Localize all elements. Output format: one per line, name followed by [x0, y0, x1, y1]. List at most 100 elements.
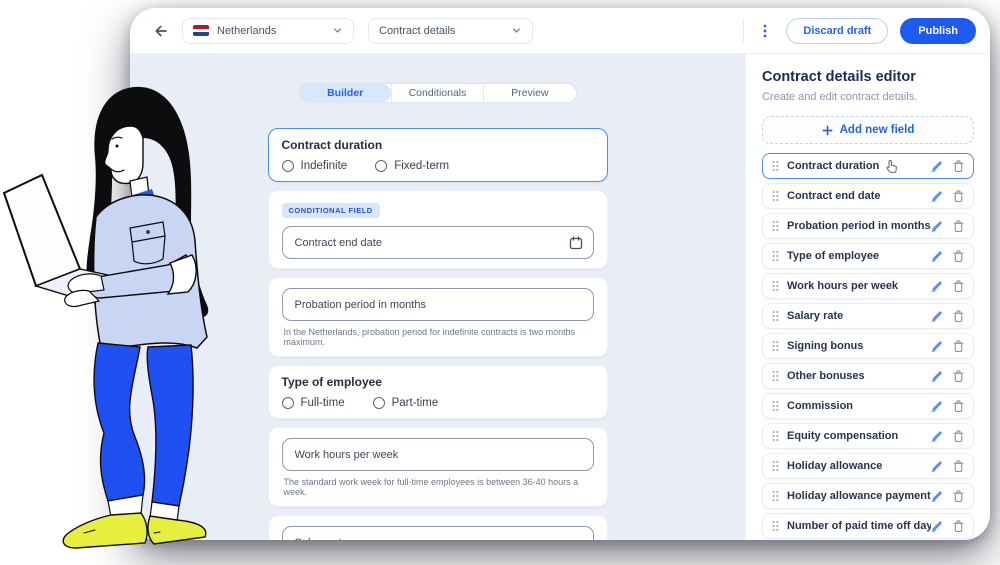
template-select[interactable]: Contract details: [368, 18, 533, 44]
delete-field-button[interactable]: [953, 340, 964, 352]
delete-field-button[interactable]: [953, 430, 964, 442]
delete-field-button[interactable]: [953, 280, 964, 292]
drag-handle-icon[interactable]: [772, 160, 779, 172]
pencil-icon: [931, 430, 943, 442]
type-of-employee-label: Type of employee: [282, 375, 594, 389]
edit-field-button[interactable]: [931, 340, 943, 352]
country-select[interactable]: Netherlands: [182, 18, 354, 44]
contract-duration-card[interactable]: Contract duration Indefinite Fixed-term: [268, 128, 608, 182]
pencil-icon: [931, 220, 943, 232]
delete-field-button[interactable]: [953, 460, 964, 472]
drag-handle-icon[interactable]: [772, 490, 779, 502]
delete-field-button[interactable]: [953, 220, 964, 232]
work-hours-card[interactable]: The standard work week for full-time emp…: [268, 427, 608, 507]
contract-end-date-card[interactable]: CONDITIONAL FIELD: [268, 190, 608, 269]
field-list-item[interactable]: Type of employee: [762, 243, 974, 269]
drag-handle-icon[interactable]: [772, 280, 779, 292]
pencil-icon: [931, 160, 943, 172]
edit-field-button[interactable]: [931, 430, 943, 442]
drag-handle-icon[interactable]: [772, 340, 779, 352]
field-list-item[interactable]: Number of paid time off days: [762, 513, 974, 539]
edit-field-button[interactable]: [931, 280, 943, 292]
drag-handle-icon[interactable]: [772, 370, 779, 382]
publish-button[interactable]: Publish: [900, 18, 976, 44]
contract-end-date-input[interactable]: [282, 226, 594, 259]
delete-field-button[interactable]: [953, 250, 964, 262]
edit-field-button[interactable]: [931, 220, 943, 232]
work-hours-input[interactable]: [282, 438, 594, 471]
salary-rate-select[interactable]: Salary rate: [282, 526, 594, 540]
delete-field-button[interactable]: [953, 490, 964, 502]
probation-period-card[interactable]: In the Netherlands, probation period for…: [268, 277, 608, 357]
radio-part-time[interactable]: Part-time: [373, 397, 439, 409]
type-of-employee-card[interactable]: Type of employee Full-time Part-time: [268, 365, 608, 419]
field-item-label: Probation period in months: [787, 220, 931, 232]
drag-handle-icon[interactable]: [772, 430, 779, 442]
field-list-item[interactable]: Commission: [762, 393, 974, 419]
drag-handle-icon[interactable]: [772, 190, 779, 202]
delete-field-button[interactable]: [953, 160, 964, 172]
field-item-label: Contract duration: [787, 160, 931, 172]
add-new-field-button[interactable]: Add new field: [762, 116, 974, 144]
field-list-item[interactable]: Probation period in months: [762, 213, 974, 239]
field-list-item[interactable]: Contract duration: [762, 153, 974, 179]
drag-handle-icon[interactable]: [772, 250, 779, 262]
pencil-icon: [931, 460, 943, 472]
plus-icon: [822, 125, 833, 136]
discard-draft-button[interactable]: Discard draft: [786, 18, 888, 44]
edit-field-button[interactable]: [931, 310, 943, 322]
topbar-divider: [743, 19, 744, 43]
salary-rate-card[interactable]: Salary rate: [268, 515, 608, 540]
template-select-value: Contract details: [379, 25, 503, 37]
field-list-item[interactable]: Equity compensation: [762, 423, 974, 449]
delete-field-button[interactable]: [953, 310, 964, 322]
field-list-item[interactable]: Other bonuses: [762, 363, 974, 389]
edit-field-button[interactable]: [931, 400, 943, 412]
contract-editor-sidebar: Contract details editor Create and edit …: [745, 54, 990, 540]
edit-field-button[interactable]: [931, 460, 943, 472]
calendar-icon[interactable]: [569, 236, 583, 250]
field-list-item[interactable]: Salary rate: [762, 303, 974, 329]
trash-icon: [953, 400, 964, 412]
field-list: Contract duration: [762, 153, 974, 539]
back-button[interactable]: [150, 21, 170, 41]
trash-icon: [953, 250, 964, 262]
drag-handle-icon[interactable]: [772, 220, 779, 232]
form-column: Contract duration Indefinite Fixed-term: [268, 128, 608, 540]
trash-icon: [953, 370, 964, 382]
radio-circle-icon: [373, 397, 385, 409]
trash-icon: [953, 160, 964, 172]
pencil-icon: [931, 370, 943, 382]
tab-builder[interactable]: Builder: [300, 84, 391, 102]
more-options-button[interactable]: [756, 21, 774, 41]
field-list-item[interactable]: Holiday allowance payment fre...: [762, 483, 974, 509]
edit-field-button[interactable]: [931, 490, 943, 502]
delete-field-button[interactable]: [953, 190, 964, 202]
field-list-item[interactable]: Work hours per week: [762, 273, 974, 299]
drag-handle-icon[interactable]: [772, 400, 779, 412]
field-list-item[interactable]: Contract end date: [762, 183, 974, 209]
edit-field-button[interactable]: [931, 250, 943, 262]
edit-field-button[interactable]: [931, 160, 943, 172]
tab-preview[interactable]: Preview: [483, 84, 575, 102]
radio-fixed-term[interactable]: Fixed-term: [375, 160, 449, 172]
field-list-item[interactable]: Signing bonus: [762, 333, 974, 359]
tab-conditionals[interactable]: Conditionals: [391, 84, 483, 102]
radio-full-time[interactable]: Full-time: [282, 397, 345, 409]
sidebar-title: Contract details editor: [762, 69, 974, 85]
delete-field-button[interactable]: [953, 370, 964, 382]
pencil-icon: [931, 250, 943, 262]
radio-indefinite[interactable]: Indefinite: [282, 160, 348, 172]
probation-period-input[interactable]: [282, 288, 594, 321]
contract-duration-label: Contract duration: [282, 138, 594, 152]
drag-handle-icon[interactable]: [772, 310, 779, 322]
edit-field-button[interactable]: [931, 370, 943, 382]
edit-field-button[interactable]: [931, 520, 943, 532]
edit-field-button[interactable]: [931, 190, 943, 202]
field-list-item[interactable]: Holiday allowance: [762, 453, 974, 479]
drag-handle-icon[interactable]: [772, 520, 779, 532]
field-item-label: Other bonuses: [787, 370, 931, 382]
drag-handle-icon[interactable]: [772, 460, 779, 472]
delete-field-button[interactable]: [953, 520, 964, 532]
delete-field-button[interactable]: [953, 400, 964, 412]
